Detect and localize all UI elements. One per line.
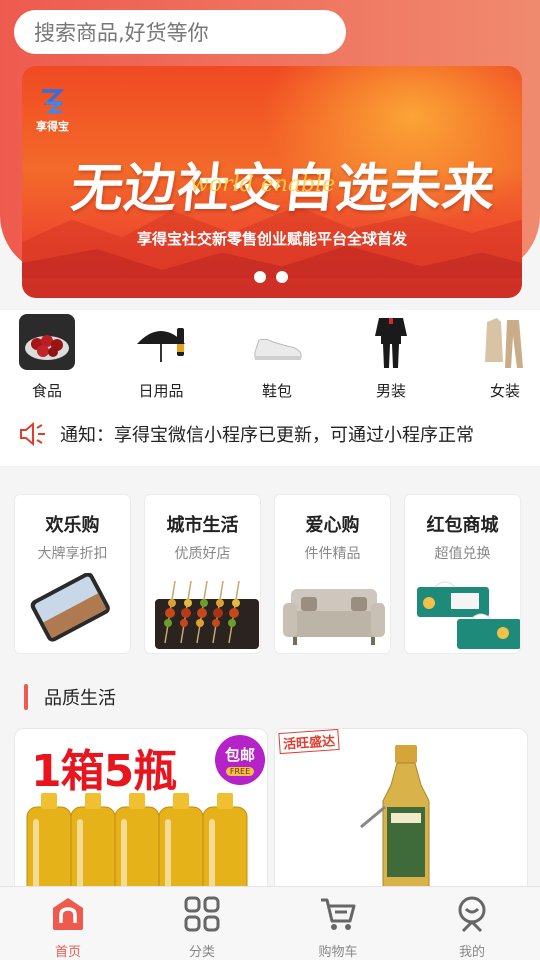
womens-suit-icon [477, 314, 533, 370]
promo-title: 爱心购 [305, 515, 360, 536]
product-card[interactable]: 活旺盛达 [274, 728, 528, 898]
tab-label: 购物车 [318, 945, 358, 960]
brand-tag: 活旺盛达 [278, 729, 340, 755]
category-label: 女装 [489, 382, 520, 400]
search-placeholder: 搜索商品,好货等你 [34, 21, 209, 45]
promo-banner[interactable]: 享得宝 无边社交自选未来 world enable 享得宝社交新零售创业赋能平台… [22, 66, 522, 298]
free-shipping-badge: 包邮 FREE [215, 735, 265, 785]
category-label: 鞋包 [261, 382, 292, 400]
banner-pagination[interactable] [254, 271, 288, 283]
category-label: 日用品 [138, 382, 184, 400]
pagination-dot[interactable] [276, 271, 288, 283]
promo-subtitle: 超值兑换 [434, 546, 491, 562]
tab-label: 我的 [458, 945, 485, 960]
category-label: 食品 [31, 382, 62, 400]
promo-subtitle: 件件精品 [304, 546, 361, 562]
home-icon [53, 898, 83, 930]
tab-profile[interactable]: 我的 [432, 895, 512, 960]
search-input[interactable]: 搜索商品,好货等你 [14, 10, 346, 54]
category-daily[interactable]: 日用品 [126, 314, 196, 401]
grid-icon [184, 896, 220, 932]
category-menswear[interactable]: 男装 [356, 314, 426, 401]
sofa-icon [283, 589, 385, 645]
mens-tracksuit-icon [363, 314, 419, 370]
notice-bar[interactable]: 通知：享得宝微信小程序已更新，可通过小程序正常 [0, 402, 540, 466]
badge-label: 包邮 [224, 746, 255, 764]
dates-fruit-icon [19, 314, 75, 370]
bottom-tab-bar: 首页 分类 购物车 我的 [0, 886, 540, 960]
banner-subtitle: 享得宝社交新零售创业赋能平台全球首发 [136, 230, 407, 248]
oil-bottles-icon [26, 793, 248, 897]
promo-card-city-life[interactable]: 城市生活 优质好店 [144, 494, 261, 654]
tab-label: 分类 [188, 945, 215, 960]
skewers-icon [155, 580, 259, 649]
tab-home[interactable]: 首页 [28, 895, 108, 960]
cart-icon [321, 898, 356, 930]
smartphone-icon [30, 573, 110, 642]
section-title: 品质生活 [44, 688, 116, 709]
promo-card-happy-buy[interactable]: 欢乐购 大牌享折扣 [14, 494, 131, 654]
umbrella-icon [133, 314, 189, 370]
product-card[interactable]: 1箱5瓶 包邮 FREE [14, 728, 268, 898]
tissue-box-icon [417, 581, 520, 649]
speaker-icon [20, 421, 45, 447]
brand-logo-icon [42, 89, 65, 114]
category-shoes-bags[interactable]: 鞋包 [242, 314, 312, 401]
promo-subtitle: 优质好店 [174, 546, 231, 562]
section-accent-bar [24, 684, 28, 710]
promo-title: 红包商城 [426, 515, 499, 536]
category-row: 食品 日用品 鞋包 男装 女装 [0, 310, 540, 402]
category-womenswear[interactable]: 女装 [470, 314, 540, 401]
category-food[interactable]: 食品 [12, 314, 82, 401]
brand-logo-text: 享得宝 [36, 120, 69, 133]
sneaker-icon [249, 314, 305, 370]
promo-title: 欢乐购 [45, 515, 100, 536]
promo-subtitle: 大牌享折扣 [37, 546, 108, 562]
category-label: 男装 [375, 382, 406, 400]
pagination-dot[interactable] [254, 271, 266, 283]
camellia-oil-bottle-icon [360, 745, 430, 897]
profile-icon [458, 896, 486, 933]
promo-card-love-buy[interactable]: 爱心购 件件精品 [274, 494, 391, 654]
tab-category[interactable]: 分类 [162, 895, 242, 960]
banner-script-text: world enable [190, 172, 336, 197]
tab-label: 首页 [54, 945, 81, 960]
promo-card-red-packet-mall[interactable]: 红包商城 超值兑换 [404, 494, 521, 654]
tab-cart[interactable]: 购物车 [298, 895, 378, 960]
badge-sublabel: FREE [226, 767, 254, 776]
notice-text: 通知：享得宝微信小程序已更新，可通过小程序正常 [60, 425, 474, 446]
section-header: 品质生活 [24, 682, 116, 712]
promo-title: 城市生活 [166, 515, 239, 536]
